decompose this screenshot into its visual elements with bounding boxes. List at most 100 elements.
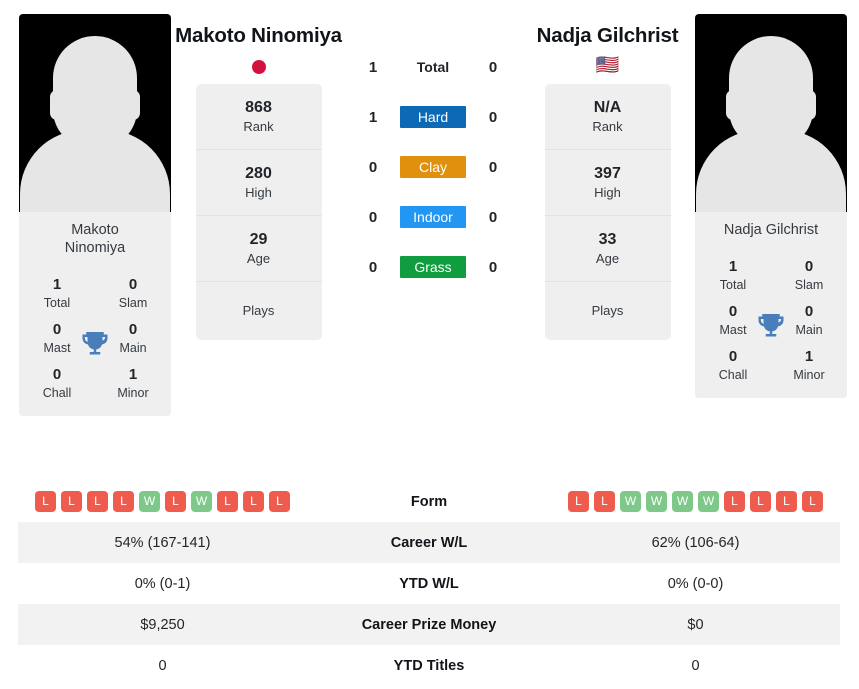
surface-row-total: 1 Total 0: [346, 56, 520, 78]
stat-cell-age: 29 Age: [195, 216, 322, 282]
caption-line-2: Ninomiya: [64, 240, 126, 256]
row-left-cell: LLLLWLWLLL: [18, 481, 307, 522]
titles-grid-left: 1 Total 0 Slam 0 Mast 0 Main 0 Chall 1 M…: [19, 267, 171, 416]
player-stat-stack-left: 868 Rank 280 High 29 Age Plays: [195, 84, 322, 340]
stat-cell-rank: 868 Rank: [195, 84, 322, 150]
player-photo-card-left[interactable]: Makoto Ninomiya 1 Total 0 Slam 0 Mast 0: [19, 14, 171, 416]
stat-value: 397: [594, 165, 621, 182]
stat-value: 29: [249, 231, 268, 248]
form-badges-left: LLLLWLWLLL: [18, 491, 307, 512]
surface-left-value: 1: [368, 108, 378, 126]
form-badge-l: L: [269, 491, 290, 512]
row-label: Form: [410, 493, 448, 510]
titles-grid-right: 1 Total 0 Slam 0 Mast 0 Main 0 Chall 1 M…: [695, 249, 847, 398]
stat-cell-high: 397 High: [544, 150, 671, 216]
trophy-icon: [82, 331, 108, 354]
titles-label: Minor: [793, 368, 825, 382]
surface-right-value: 0: [488, 258, 498, 276]
player-stat-stack-right: N/A Rank 397 High 33 Age Plays: [544, 84, 671, 340]
form-badge-l: L: [61, 491, 82, 512]
titles-cell-chall: 0 Chall: [19, 361, 95, 404]
caption-line-1: Makoto: [71, 222, 119, 238]
stat-value: 33: [598, 231, 617, 248]
stat-label: Plays: [242, 303, 275, 318]
stat-value: 280: [245, 165, 272, 182]
titles-label: Chall: [42, 386, 72, 400]
form-badge-l: L: [724, 491, 745, 512]
titles-value: 0: [128, 276, 138, 293]
stat-label: Plays: [591, 303, 624, 318]
form-badge-l: L: [87, 491, 108, 512]
titles-value: 1: [804, 348, 814, 365]
form-badge-w: W: [191, 491, 212, 512]
form-badge-w: W: [646, 491, 667, 512]
player-name-right[interactable]: Nadja Gilchrist: [520, 23, 695, 48]
surface-right-value: 0: [488, 158, 498, 176]
stat-label: Age: [246, 251, 271, 266]
form-badge-l: L: [568, 491, 589, 512]
japan-flag-icon: [251, 59, 266, 74]
stat-value: N/A: [593, 99, 622, 116]
surface-row-indoor: 0 Indoor 0: [346, 206, 520, 228]
titles-cell-slam: 0 Slam: [95, 271, 171, 314]
form-badge-w: W: [698, 491, 719, 512]
player-photo-caption-left: Makoto Ninomiya: [19, 212, 171, 267]
stat-label: Age: [595, 251, 620, 266]
player-photo-caption-right: Nadja Gilchrist: [695, 212, 847, 249]
titles-cell-minor: 1 Minor: [771, 343, 847, 386]
titles-cell-minor: 1 Minor: [95, 361, 171, 404]
player-info-column-right: Nadja Gilchrist 🇺🇸 N/A Rank 397 High 33 …: [520, 0, 695, 340]
titles-cell-slam: 0 Slam: [771, 253, 847, 296]
table-row-ytd-wl: 0% (0-1) YTD W/L 0% (0-0): [18, 563, 840, 604]
form-badge-l: L: [776, 491, 797, 512]
surface-left-value: 0: [368, 258, 378, 276]
row-left-value: 0: [158, 657, 167, 674]
titles-value: 1: [52, 276, 62, 293]
player-name-left[interactable]: Makoto Ninomiya: [171, 23, 346, 48]
stat-label: High: [245, 185, 272, 200]
form-badge-l: L: [802, 491, 823, 512]
table-row-form: LLLLWLWLLL Form LLWWWWLLLL: [18, 481, 840, 522]
titles-value: 0: [804, 258, 814, 275]
titles-cell-total: 1 Total: [19, 271, 95, 314]
caption-line-1: Nadja Gilchrist: [723, 222, 819, 238]
surface-comparison-column: 1 Total 0 1 Hard 0 0 Clay 0 0 Indoor 0 0: [346, 0, 520, 278]
player-comparison-page: Makoto Ninomiya 1 Total 0 Slam 0 Mast 0: [0, 0, 859, 689]
surface-left-value: 0: [368, 208, 378, 226]
row-left-value: 0% (0-1): [134, 575, 191, 592]
titles-label: Chall: [718, 368, 748, 382]
player-flag-row-left: [171, 50, 346, 84]
stat-label: Rank: [592, 119, 623, 134]
row-left-value: 54% (167-141): [114, 534, 211, 551]
comparison-table: LLLLWLWLLL Form LLWWWWLLLL 54% (167-141)…: [18, 481, 840, 686]
form-badge-l: L: [594, 491, 615, 512]
avatar-ear-left: [726, 90, 740, 120]
row-right-value: 62% (106-64): [651, 534, 740, 551]
player-photo-card-right[interactable]: Nadja Gilchrist 1 Total 0 Slam 0 Mast 0 …: [695, 14, 847, 398]
row-right-value: $0: [687, 616, 704, 633]
row-right-value: 0% (0-0): [667, 575, 724, 592]
form-badge-l: L: [243, 491, 264, 512]
stat-value: 868: [245, 99, 272, 116]
form-badge-w: W: [620, 491, 641, 512]
players-top-section: Makoto Ninomiya 1 Total 0 Slam 0 Mast 0: [0, 0, 859, 472]
surface-row-hard: 1 Hard 0: [346, 106, 520, 128]
titles-label: Slam: [118, 296, 148, 310]
surface-row-clay: 0 Clay 0: [346, 156, 520, 178]
trophy-icon: [758, 313, 784, 336]
surface-row-grass: 0 Grass 0: [346, 256, 520, 278]
titles-value: 1: [128, 366, 138, 383]
row-right-value: 0: [691, 657, 700, 674]
row-label: Career W/L: [390, 534, 468, 551]
row-label: YTD W/L: [399, 575, 459, 592]
form-badge-w: W: [139, 491, 160, 512]
form-badges-right: LLWWWWLLLL: [551, 491, 840, 512]
surface-badge-grass: Grass: [400, 256, 466, 278]
titles-cell-chall: 0 Chall: [695, 343, 771, 386]
titles-label: Minor: [117, 386, 149, 400]
row-right-cell: LLWWWWLLLL: [551, 481, 840, 522]
player-info-column-left: Makoto Ninomiya 868 Rank 280 High 29 Age: [171, 0, 346, 340]
usa-flag-icon: 🇺🇸: [595, 55, 620, 76]
stat-cell-age: 33 Age: [544, 216, 671, 282]
titles-value: 0: [52, 366, 62, 383]
